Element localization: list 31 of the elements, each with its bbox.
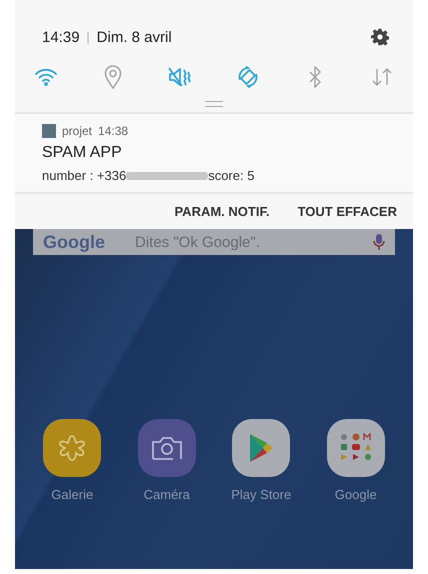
number-text: number : +336 [42,168,126,183]
bluetooth-icon[interactable] [308,66,322,88]
drag-handle[interactable] [205,101,223,107]
camera-app-icon[interactable] [138,419,196,477]
wifi-icon[interactable] [35,68,57,86]
notification-time: 14:38 [98,124,128,138]
separator: | [86,30,90,44]
auto-rotate-icon[interactable] [236,66,259,88]
app-label: Caméra [144,487,190,502]
date-text: Dim. 8 avril [96,28,172,46]
app-label: Google [334,487,377,502]
play-store-app-icon[interactable] [232,419,290,477]
search-placeholder: Dites "Ok Google". [135,234,260,250]
action-button[interactable]: TOUT EFFACER [298,204,397,219]
app-label: Galerie [51,487,94,502]
gallery-app-icon[interactable] [43,419,102,477]
app-folder-icon[interactable] [326,419,385,477]
google-logo: Google [43,232,105,252]
app-square-icon [42,124,56,138]
notification-card[interactable]: projet 14:38 SPAM APP number : +336 score: 5 [15,112,413,194]
clock-time: 14:39 [42,28,80,46]
location-icon[interactable] [104,65,122,89]
action-button[interactable]: PARAM. NOTIF. [174,204,270,219]
app-label: Play Store [231,487,292,502]
microphone-icon[interactable] [373,233,385,251]
data-arrows-icon[interactable] [370,67,393,87]
settings-icon[interactable] [371,28,389,46]
app-name: projet [62,124,92,138]
score-text: score: 5 [208,168,254,183]
notification-title: SPAM APP [42,144,123,162]
vibrate-icon[interactable] [168,67,192,87]
